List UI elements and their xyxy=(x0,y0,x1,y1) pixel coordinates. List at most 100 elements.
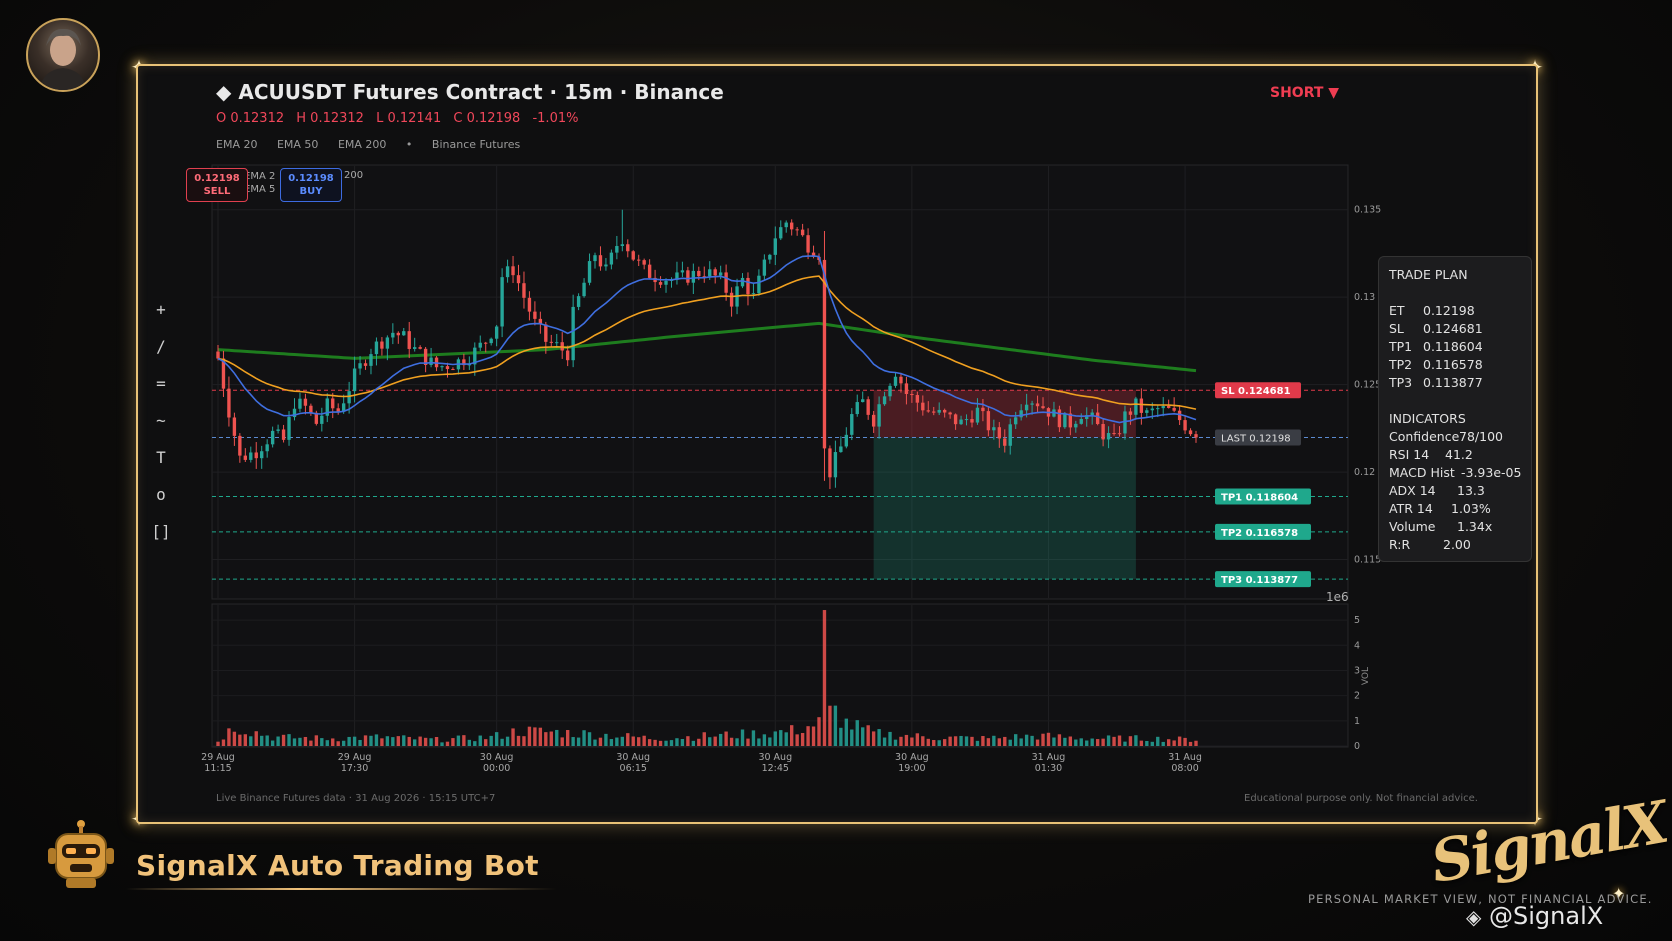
text-tool[interactable]: T xyxy=(150,448,172,485)
candle-body xyxy=(402,331,406,336)
curve-tool[interactable]: ~ xyxy=(150,411,172,448)
candle-body xyxy=(1024,404,1029,411)
candle-body xyxy=(986,411,991,431)
volume-bar xyxy=(1008,739,1012,746)
candle-body xyxy=(418,347,422,349)
candle-body xyxy=(762,259,767,276)
circle-tool[interactable]: o xyxy=(150,485,172,522)
horizontal-line-tool[interactable]: = xyxy=(150,374,172,411)
candle-body xyxy=(1008,424,1012,446)
candle-body xyxy=(997,427,1001,439)
trendline-tool[interactable]: / xyxy=(150,337,172,374)
candle-body xyxy=(626,244,630,252)
candle-body xyxy=(631,251,635,260)
candle-body xyxy=(587,261,592,283)
candle-body xyxy=(1003,438,1007,446)
indicator-value: 2.00 xyxy=(1443,537,1471,552)
drawing-toolbar: + / = ~ T o [] xyxy=(150,300,172,559)
volume-bar xyxy=(975,740,980,746)
time-tick-date: 30 Aug xyxy=(480,752,514,763)
candle-body xyxy=(582,282,586,297)
volume-bar xyxy=(1035,739,1040,746)
candle-body xyxy=(347,391,351,404)
volume-bar xyxy=(549,731,553,746)
candle-body xyxy=(790,222,794,230)
rectangle-tool[interactable]: [] xyxy=(150,522,172,559)
volume-bar xyxy=(1145,741,1149,746)
candle-body xyxy=(232,417,237,436)
volume-bar xyxy=(265,735,269,746)
volume-bar xyxy=(413,739,417,746)
volume-bar xyxy=(445,741,450,746)
indicator-value: 1.34x xyxy=(1457,519,1493,534)
crosshair-tool[interactable]: + xyxy=(150,300,172,337)
volume-bar xyxy=(456,735,461,746)
time-tick-time: 01:30 xyxy=(1035,763,1062,774)
candle-body xyxy=(882,396,887,405)
volume-bar xyxy=(325,740,329,746)
volume-bar xyxy=(391,737,395,746)
indicator-value: 41.2 xyxy=(1445,447,1473,462)
volume-bar xyxy=(904,734,909,746)
volume-bar xyxy=(544,732,548,746)
indicator-key: ADX 14 xyxy=(1389,483,1436,498)
candle-body xyxy=(850,414,854,435)
volume-multiplier: 1e6 xyxy=(1326,590,1349,604)
volume-bar xyxy=(1123,741,1127,746)
volume-bar xyxy=(1150,741,1154,746)
volume-bar xyxy=(866,725,870,746)
volume-tick-label: 2 xyxy=(1354,691,1360,702)
indicator-rr: R:R 2.00 xyxy=(1389,537,1521,555)
volume-bar xyxy=(1177,736,1182,746)
buy-button[interactable]: 0.12198 BUY xyxy=(280,168,342,202)
candle-body xyxy=(871,414,876,427)
volume-bar xyxy=(1014,734,1018,746)
level-label-text: SL 0.124681 xyxy=(1221,386,1291,397)
candle-body xyxy=(740,277,745,287)
candle-body xyxy=(505,266,510,278)
candle-body xyxy=(1161,406,1165,409)
overlaid-legend: EMA 2 EMA 5 xyxy=(244,170,275,196)
volume-bar xyxy=(762,734,767,746)
candle-body xyxy=(429,357,433,365)
time-tick-date: 30 Aug xyxy=(616,752,650,763)
volume-bar xyxy=(921,736,925,746)
sell-button[interactable]: 0.12198 SELL xyxy=(186,168,248,202)
plan-row-tp2: TP2 0.116578 xyxy=(1389,357,1521,375)
candle-body xyxy=(331,398,335,409)
volume-bar xyxy=(669,740,674,746)
volume-bar xyxy=(997,738,1001,746)
candle-body xyxy=(926,410,930,412)
volume-bar xyxy=(1134,735,1138,746)
volume-bar xyxy=(686,736,690,746)
candle-body xyxy=(1030,403,1034,405)
volume-bar xyxy=(642,735,646,746)
volume-bar xyxy=(1194,740,1198,746)
candle-body xyxy=(500,277,504,327)
volume-bar xyxy=(347,736,351,746)
volume-bar xyxy=(822,610,827,746)
volume-bar xyxy=(746,738,750,746)
volume-bar xyxy=(1161,741,1165,746)
candle-body xyxy=(615,246,619,253)
volume-bar xyxy=(473,741,477,746)
candle-body xyxy=(604,264,608,267)
volume-bar xyxy=(292,738,297,746)
volume-bar xyxy=(489,735,493,746)
volume-bar xyxy=(609,739,614,746)
candle-body xyxy=(522,283,526,298)
candle-body xyxy=(276,429,280,431)
candle-body xyxy=(953,414,958,425)
candle-body xyxy=(975,407,980,423)
social-handle[interactable]: ◈ @SignalX xyxy=(1466,902,1603,930)
time-tick-date: 31 Aug xyxy=(1168,752,1202,763)
volume-bar xyxy=(467,739,472,746)
candle-body xyxy=(216,351,220,359)
volume-bar xyxy=(795,734,799,746)
overlaid-legend-item: EMA 2 xyxy=(244,171,276,182)
level-label-text: TP2 0.116578 xyxy=(1221,528,1298,539)
volume-bar xyxy=(773,731,777,746)
candle-body xyxy=(352,368,357,392)
candle-body xyxy=(478,342,482,348)
volume-bar xyxy=(932,740,936,746)
